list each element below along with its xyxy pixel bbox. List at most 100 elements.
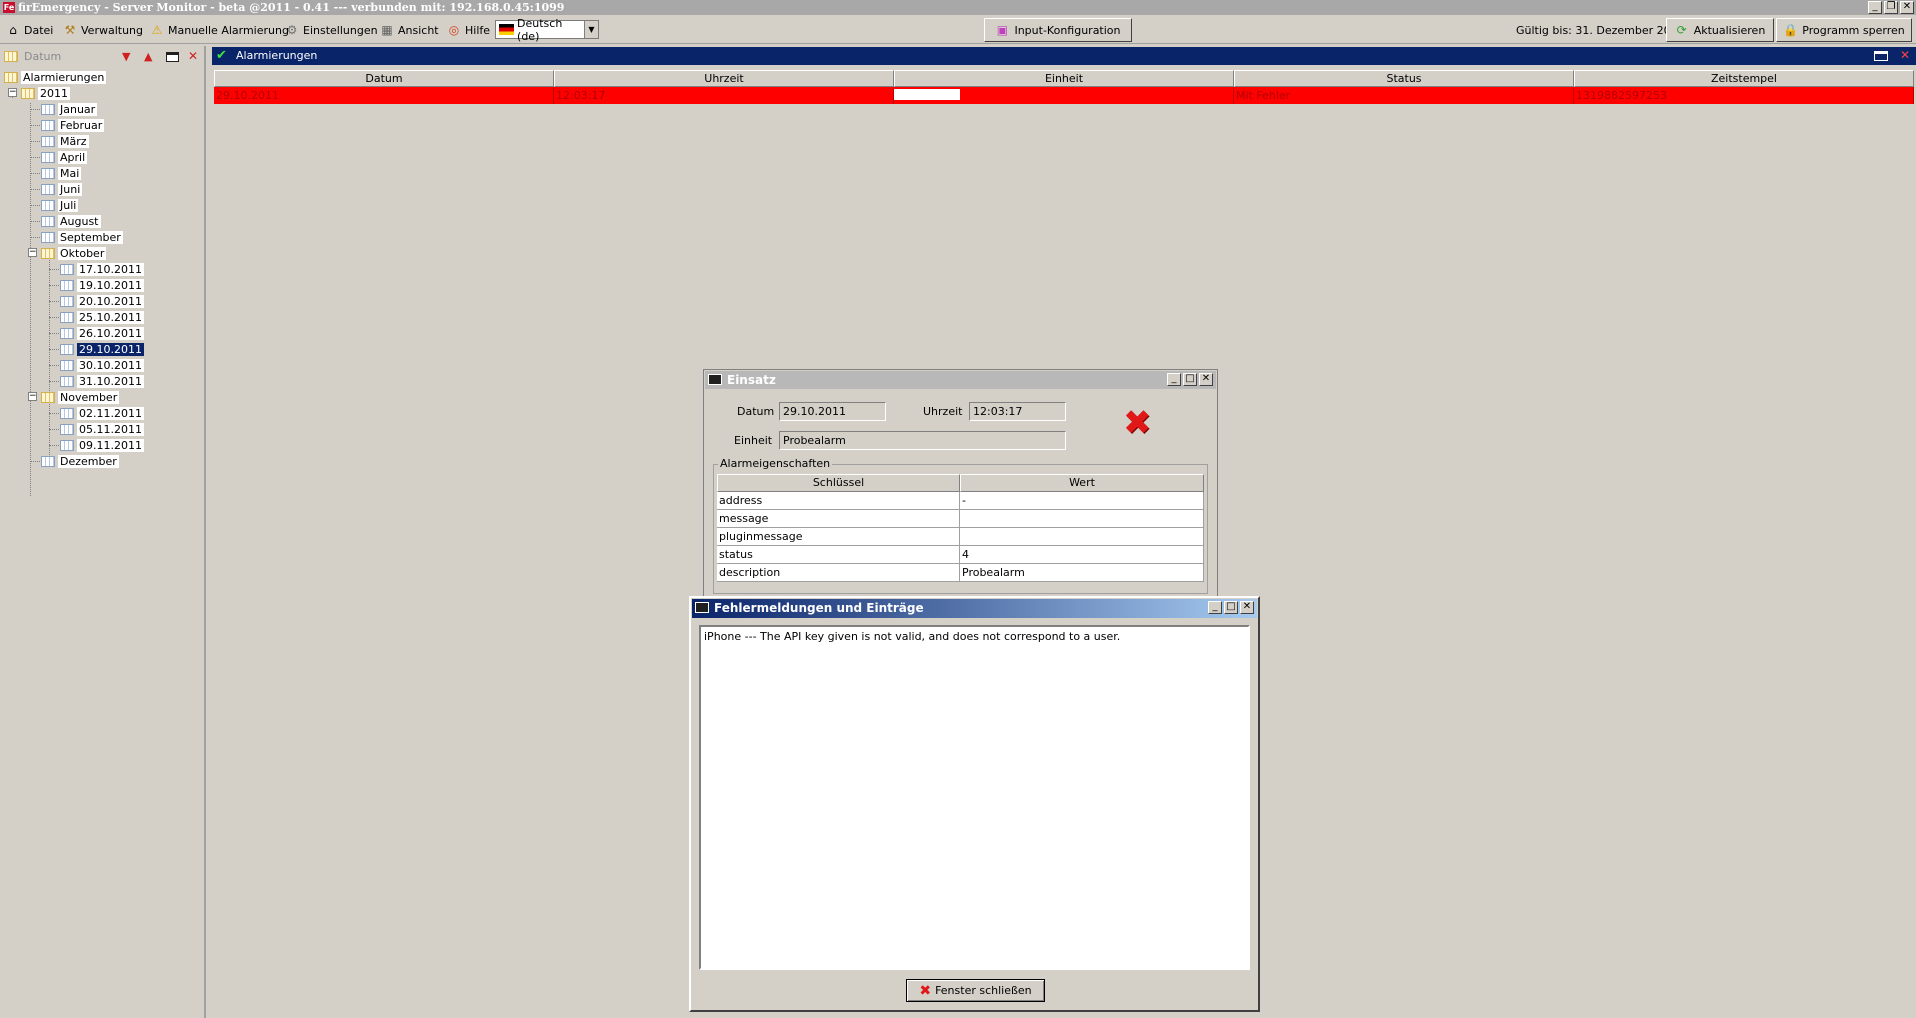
tree-day-oktober-1[interactable]: 19.10.2011 [60,278,144,292]
tree-day-oktober-4[interactable]: 26.10.2011 [60,326,144,340]
calendar-icon [4,51,18,62]
uhrzeit-field[interactable]: 12:03:17 [969,402,1066,421]
window-icon [708,374,722,385]
calendar-icon [60,279,74,291]
maximize-icon[interactable]: □ [1183,373,1197,386]
tree-day-oktober-6[interactable]: 30.10.2011 [60,358,144,372]
tree-year-2011[interactable]: 2011 [21,86,70,100]
language-select[interactable]: Deutsch (de) ▼ [495,17,599,43]
column-header-uhrzeit[interactable]: Uhrzeit [554,70,894,87]
calendar-icon [21,87,35,99]
tree-day-oktober-5[interactable]: 29.10.2011 [60,342,144,356]
maximize-panel-icon[interactable] [166,52,179,62]
calendar-icon [41,167,55,179]
fehlermeldungen-dialog-title: Fehlermeldungen und Einträge [714,601,924,615]
warning-icon: ⚠ [151,23,163,37]
tree-day-oktober-0[interactable]: 17.10.2011 [60,262,144,276]
calendar-icon [41,135,55,147]
tree-month-10[interactable]: November [41,390,120,404]
tree-month-10-collapse-icon[interactable]: − [28,392,37,401]
close-panel-icon[interactable]: ✕ [1900,48,1910,62]
maximize-icon[interactable]: □ [1224,601,1238,614]
menu-verwaltung[interactable]: ⚒ Verwaltung [63,22,143,38]
column-header-schluessel[interactable]: Schlüssel [717,474,960,492]
calendar-icon [41,199,55,211]
column-header-datum[interactable]: Datum [214,70,554,87]
close-icon[interactable]: ✕ [1240,601,1254,614]
table-row[interactable]: address - [717,492,1204,510]
datum-field[interactable]: 29.10.2011 [779,402,886,421]
tree-month-9[interactable]: Oktober [41,246,107,260]
input-konfiguration-button[interactable]: ▣ Input-Konfiguration [984,18,1132,42]
left-panel-datum: Datum ▼ ▲ ✕ Alarmierungen − 2011 Januar F… [0,46,206,1018]
aktualisieren-button[interactable]: ⟳ Aktualisieren [1666,18,1774,42]
menu-manuelle-alarmierung[interactable]: ⚠ Manuelle Alarmierung [150,22,289,38]
property-key: status [717,546,960,564]
error-log-textarea[interactable]: iPhone --- The API key given is not vali… [699,625,1250,970]
move-up-icon[interactable]: ▲ [144,50,152,63]
tree-day-november-2[interactable]: 09.11.2011 [60,438,144,452]
tree-day-november-1[interactable]: 05.11.2011 [60,422,144,436]
close-icon[interactable]: ✕ [1900,1,1914,14]
redacted-einheit [894,89,960,100]
tree-month-9-collapse-icon[interactable]: − [28,248,37,257]
chevron-down-icon[interactable]: ▼ [583,21,598,38]
tree-month-4[interactable]: Mai [41,166,82,180]
calendar-icon [41,455,55,467]
calendar-icon [41,391,55,403]
collapse-2011-icon[interactable]: − [8,88,17,97]
config-icon: ▣ [996,23,1009,37]
error-x-icon: ✖ [1123,403,1152,443]
tree-day-oktober-3[interactable]: 25.10.2011 [60,310,144,324]
table-row[interactable]: pluginmessage [717,528,1204,546]
tree-root-alarmierungen[interactable]: Alarmierungen [4,70,107,84]
close-icon[interactable]: ✕ [1199,373,1213,386]
gueltig-bis-label: Gültig bis: 31. Dezember 2011 [1516,23,1685,37]
minimize-icon[interactable]: _ [1208,601,1222,614]
fehlermeldungen-dialog: Fehlermeldungen und Einträge _ □ ✕ iPhon… [689,596,1260,1012]
minimize-icon[interactable]: _ [1167,373,1181,386]
tree-month-1[interactable]: Februar [41,118,105,132]
close-panel-icon[interactable]: ✕ [188,49,198,63]
menu-hilfe[interactable]: ◎ Hilfe [447,22,490,38]
tree-month-3[interactable]: April [41,150,88,164]
maximize-panel-icon[interactable] [1874,51,1888,61]
tree-month-8[interactable]: September [41,230,123,244]
column-header-zeitstempel[interactable]: Zeitstempel [1574,70,1914,87]
column-header-wert[interactable]: Wert [960,474,1204,492]
cell-datum: 29.10.2011 [214,87,554,104]
tree-month-11[interactable]: Dezember [41,454,119,468]
menu-einstellungen[interactable]: ⚙ Einstellungen [285,22,378,38]
tree-month-5[interactable]: Juni [41,182,83,196]
property-key: pluginmessage [717,528,960,546]
tree-day-oktober-7[interactable]: 31.10.2011 [60,374,144,388]
programm-sperren-button[interactable]: 🔒 Programm sperren [1776,18,1912,42]
table-row[interactable]: 29.10.2011 12:03:17 Mit Fehler 131988259… [214,87,1914,104]
tree-month-2[interactable]: März [41,134,89,148]
table-row[interactable]: status 4 [717,546,1204,564]
tree-month-7[interactable]: August [41,214,101,228]
tree-month-6[interactable]: Juli [41,198,79,212]
column-header-einheit[interactable]: Einheit [894,70,1234,87]
table-row[interactable]: message [717,510,1204,528]
gear-icon: ⚙ [286,23,298,37]
calendar-icon [41,231,55,243]
menu-datei[interactable]: ⌂ Datei [6,22,53,38]
properties-table: Schlüssel Wert address - message pluginmess… [717,474,1204,582]
column-header-status[interactable]: Status [1234,70,1574,87]
tree-day-november-0[interactable]: 02.11.2011 [60,406,144,420]
tree-day-oktober-2[interactable]: 20.10.2011 [60,294,144,308]
calendar-icon [41,215,55,227]
restore-icon[interactable]: ❐ [1884,1,1898,14]
table-row[interactable]: description Probealarm [717,564,1204,582]
lock-icon: 🔒 [1783,23,1799,37]
minimize-icon[interactable]: _ [1868,1,1882,14]
einsatz-dialog-titlebar: Einsatz _ □ ✕ [705,371,1216,389]
move-down-icon[interactable]: ▼ [122,50,130,63]
einheit-field[interactable]: Probealarm [779,431,1066,450]
menu-ansicht[interactable]: ▦ Ansicht [380,22,438,38]
fenster-schliessen-button[interactable]: ✖ Fenster schließen [906,979,1045,1002]
tree-month-0[interactable]: Januar [41,102,98,116]
tools-icon: ⚒ [64,23,76,37]
calendar-icon [60,263,74,275]
